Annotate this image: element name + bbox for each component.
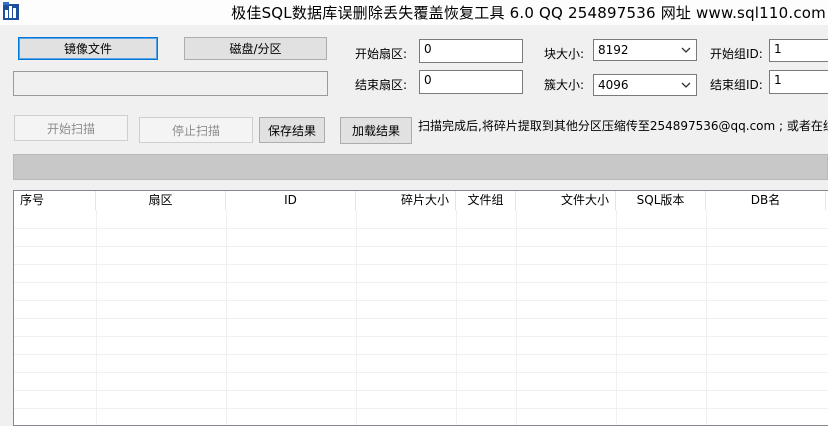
cluster-size-value: 4096 [598, 78, 629, 92]
table-header: 序号 扇区 ID 碎片大小 文件组 文件大小 SQL版本 DB名 [14, 191, 828, 210]
disk-partition-button[interactable]: 磁盘/分区 [184, 37, 327, 60]
end-group-input[interactable]: 1 [769, 70, 828, 94]
chevron-down-icon [681, 47, 691, 53]
column-header-filegroup[interactable]: 文件组 [456, 191, 516, 210]
grid-row-line [14, 264, 828, 265]
image-file-button[interactable]: 镜像文件 [18, 37, 158, 60]
grid-row-line [14, 318, 828, 319]
cluster-size-label: 簇大小: [544, 78, 585, 92]
cluster-size-select[interactable]: 4096 [593, 74, 697, 96]
stop-scan-button[interactable]: 停止扫描 [139, 117, 253, 143]
block-size-value: 8192 [598, 43, 629, 57]
grid-row-line [14, 408, 828, 409]
column-header-sql-version[interactable]: SQL版本 [616, 191, 706, 210]
window-title: 极佳SQL数据库误删除丢失覆盖恢复工具 6.0 QQ 254897536 网址 … [231, 4, 826, 22]
end-sector-input[interactable]: 0 [419, 70, 523, 94]
grid-row-line [14, 246, 828, 247]
chevron-down-icon [681, 82, 691, 88]
start-group-input[interactable]: 1 [769, 39, 828, 62]
end-sector-label: 结束扇区: [355, 78, 408, 92]
grid-row-line [14, 390, 828, 391]
info-text: 扫描完成后,将碎片提取到其他分区压缩传至254897536@qq.com ; 或… [418, 119, 828, 133]
column-header-id[interactable]: ID [226, 191, 356, 210]
block-size-select[interactable]: 8192 [593, 39, 697, 61]
grid-row-line [14, 354, 828, 355]
grid-row-line [14, 282, 828, 283]
column-header-db-name[interactable]: DB名 [706, 191, 826, 210]
grid-row-line [14, 300, 828, 301]
column-header-sector[interactable]: 扇区 [96, 191, 226, 210]
grid-row-line [14, 336, 828, 337]
end-group-label: 结束组ID: [710, 78, 763, 92]
title-bar: 极佳SQL数据库误删除丢失覆盖恢复工具 6.0 QQ 254897536 网址 … [0, 0, 828, 25]
start-sector-input[interactable]: 0 [419, 39, 523, 63]
path-display [13, 71, 328, 96]
start-sector-label: 开始扇区: [355, 47, 408, 61]
load-results-button[interactable]: 加载结果 [340, 117, 412, 144]
grid-row-line [14, 228, 828, 229]
start-scan-button[interactable]: 开始扫描 [14, 115, 128, 141]
grid-row-line [14, 372, 828, 373]
column-header-file-size[interactable]: 文件大小 [516, 191, 616, 210]
results-table[interactable]: 序号 扇区 ID 碎片大小 文件组 文件大小 SQL版本 DB名 [13, 190, 828, 426]
block-size-label: 块大小: [544, 47, 585, 61]
start-group-label: 开始组ID: [710, 47, 763, 61]
app-icon [3, 2, 19, 20]
column-header-index[interactable]: 序号 [14, 191, 96, 210]
scan-progress-bar [13, 154, 828, 180]
save-results-button[interactable]: 保存结果 [259, 117, 325, 143]
column-header-fragment-size[interactable]: 碎片大小 [356, 191, 456, 210]
